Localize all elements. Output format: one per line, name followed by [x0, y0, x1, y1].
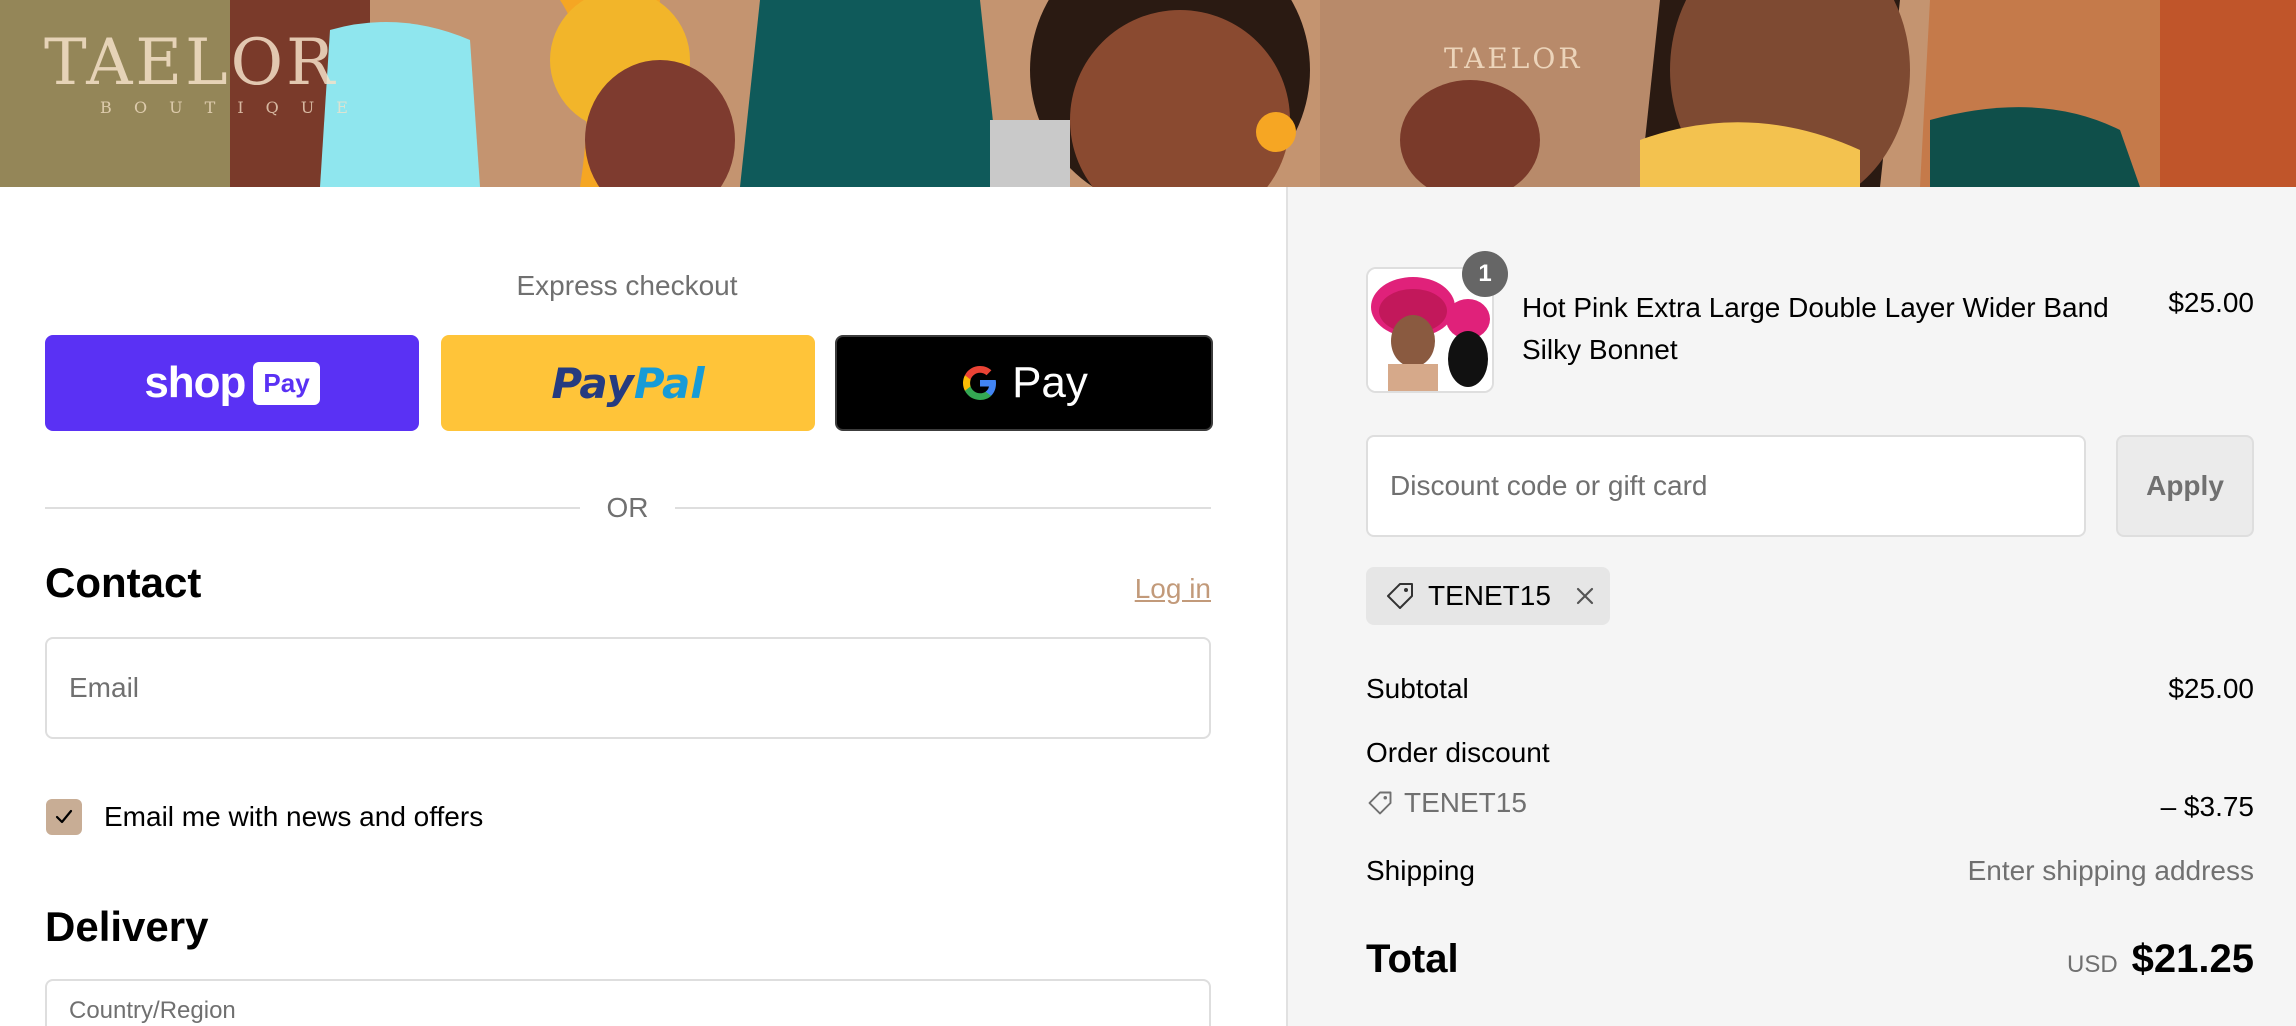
total-amount: USD $21.25	[2067, 937, 2254, 982]
email-input[interactable]	[47, 639, 1209, 737]
tag-icon	[1368, 791, 1392, 815]
order-discount-label: Order discount	[1366, 737, 1550, 768]
email-field[interactable]	[45, 637, 1211, 739]
subtotal-label: Subtotal	[1366, 673, 1469, 704]
banner-illustration	[0, 0, 2296, 187]
country-region-select[interactable]: Country/Region	[45, 979, 1211, 1026]
contact-heading: Contact	[45, 559, 202, 606]
order-summary-panel: 1 Hot Pink Extra Large Double Layer Wide…	[1288, 187, 2296, 1026]
order-discount-value: – $3.75	[2160, 791, 2254, 822]
divider-line	[675, 507, 1211, 509]
apply-discount-button[interactable]: Apply	[2116, 435, 2254, 537]
shop-pay-button[interactable]: shop Pay	[45, 335, 419, 431]
google-g-icon	[963, 366, 997, 400]
header-banner: TAELOR BOUTIQUE TAELOR	[0, 0, 2296, 187]
product-name: Hot Pink Extra Large Double Layer Wider …	[1522, 292, 2109, 365]
checkmark-icon	[55, 809, 73, 824]
log-in-link[interactable]: Log in	[1135, 573, 1211, 605]
delivery-heading: Delivery	[45, 903, 209, 950]
divider-line	[45, 507, 580, 509]
express-checkout-title: Express checkout	[516, 270, 738, 301]
google-pay-label: Pay	[1012, 358, 1088, 407]
tag-icon	[1387, 583, 1413, 609]
applied-discount-code: TENET15	[1428, 580, 1551, 611]
close-icon	[1576, 587, 1594, 605]
paypal-button[interactable]: PayPal	[441, 335, 815, 431]
discount-code-input[interactable]	[1368, 437, 2084, 535]
newsletter-checkbox[interactable]	[46, 799, 82, 835]
google-pay-button[interactable]: Pay	[835, 335, 1213, 431]
country-region-label: Country/Region	[69, 997, 236, 1024]
brand-logo-small: TAELOR	[1444, 42, 1583, 75]
shipping-label: Shipping	[1366, 855, 1475, 886]
product-price: $25.00	[2168, 287, 2254, 318]
order-discount-code-text: TENET15	[1404, 787, 1527, 818]
total-value: $21.25	[2131, 937, 2254, 981]
or-divider: OR	[45, 487, 1211, 527]
brand-logo-sub: BOUTIQUE	[100, 98, 370, 117]
quantity-badge: 1	[1462, 251, 1508, 297]
brand-logo: TAELOR	[44, 26, 338, 100]
subtotal-value: $25.00	[2168, 673, 2254, 704]
total-label: Total	[1366, 937, 1459, 981]
shop-pay-wordmark: shop	[144, 358, 246, 407]
shipping-value: Enter shipping address	[1967, 855, 2254, 886]
discount-code-field[interactable]	[1366, 435, 2086, 537]
checkout-form-panel: Express checkout shop Pay PayPal Pay OR …	[0, 187, 1287, 1026]
remove-discount-button[interactable]	[1573, 584, 1597, 608]
paypal-wordmark: PayPal	[551, 358, 705, 408]
shop-pay-badge: Pay	[253, 361, 320, 405]
applied-discount-tag: TENET15	[1366, 567, 1610, 625]
newsletter-label[interactable]: Email me with news and offers	[104, 801, 483, 833]
order-discount-code: TENET15	[1366, 787, 1527, 819]
total-currency: USD	[2066, 951, 2118, 978]
or-text: OR	[606, 492, 649, 523]
